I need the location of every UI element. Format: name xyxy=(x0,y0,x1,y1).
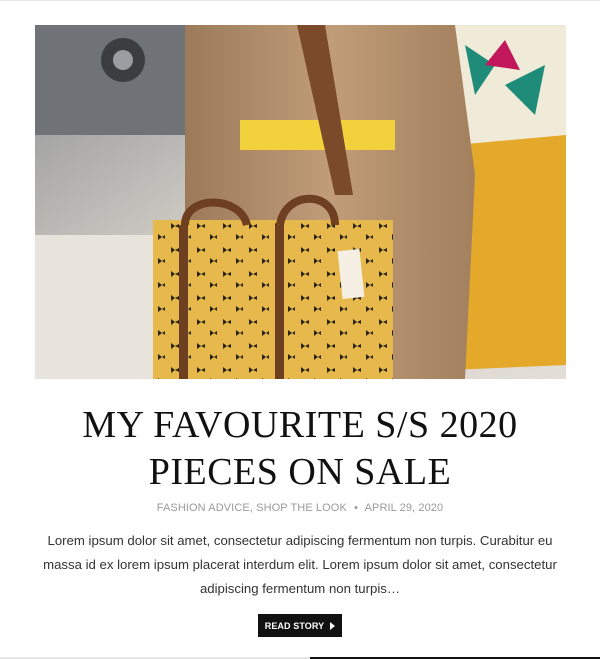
read-story-button[interactable]: READ STORY xyxy=(258,614,342,637)
category-link-shop-the-look[interactable]: SHOP THE LOOK xyxy=(256,502,347,514)
read-story-label: READ STORY xyxy=(264,620,325,631)
top-divider xyxy=(0,0,600,1)
post-date: APRIL 29, 2020 xyxy=(364,502,444,514)
post-meta: FASHION ADVICE, SHOP THE LOOK • APRIL 29… xyxy=(156,502,444,514)
post-title[interactable]: MY FAVOURITE S/S 2020 PIECES ON SALE xyxy=(30,402,570,496)
post-title-line1: MY FAVOURITE S/S 2020 xyxy=(82,404,518,446)
category-link-fashion-advice[interactable]: FASHION ADVICE xyxy=(157,502,250,514)
meta-separator: • xyxy=(354,502,359,514)
post-title-line2: PIECES ON SALE xyxy=(148,451,452,493)
post-excerpt: Lorem ipsum dolor sit amet, consectetur … xyxy=(43,533,557,596)
caret-right-icon xyxy=(330,621,336,630)
featured-image[interactable] xyxy=(35,25,566,379)
